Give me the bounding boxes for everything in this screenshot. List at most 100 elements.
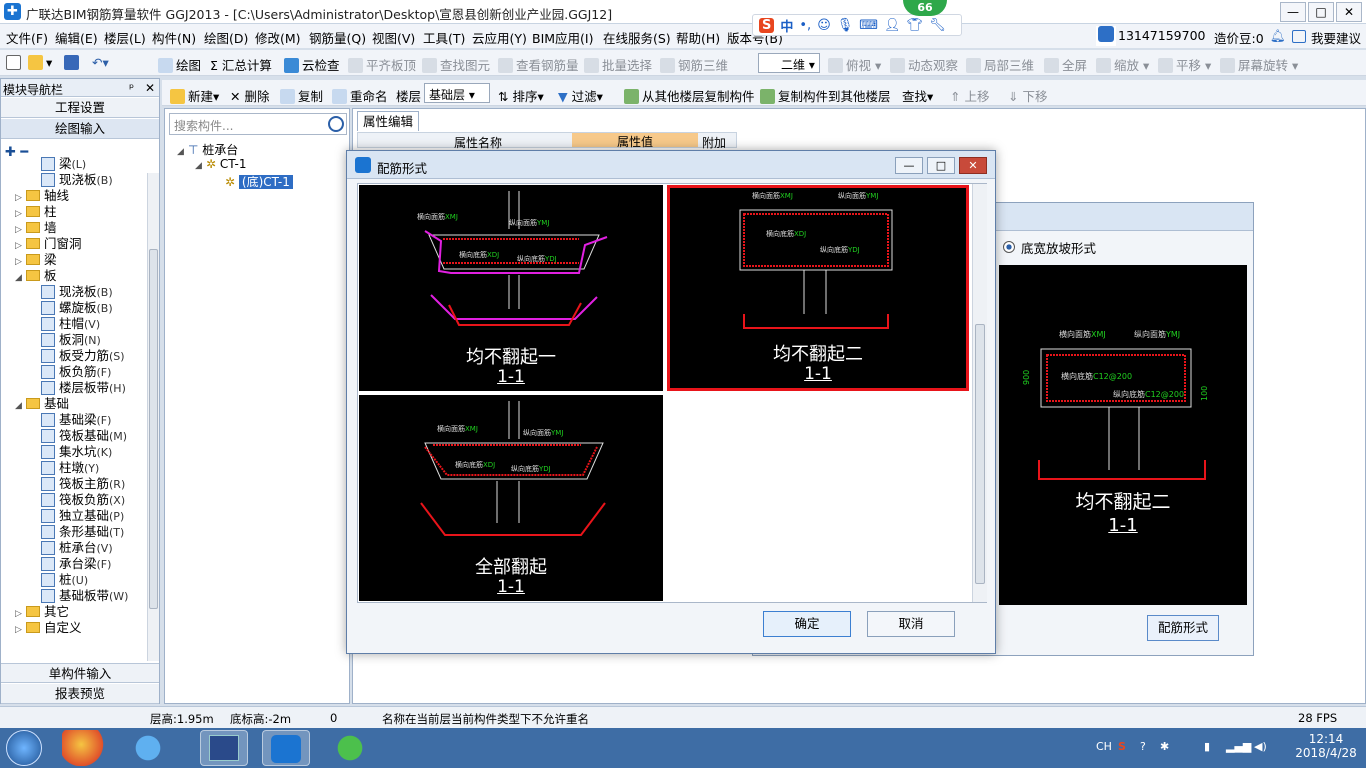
filter-button[interactable]: ▼ 过滤▾ [558, 86, 603, 105]
save-icon[interactable] [64, 55, 82, 70]
taskbar-app-2[interactable] [124, 730, 172, 766]
account-phone[interactable]: 13147159700 [1118, 28, 1205, 43]
option-no-bend-2[interactable]: 横向面筋XMJ 纵向面筋YMJ 横向底筋XDJ 纵向底筋YDJ 均不翻起二 1-… [667, 185, 969, 391]
taskbar-app-ggj[interactable] [262, 730, 310, 766]
option-no-bend-1[interactable]: 横向面筋XMJ 纵向面筋YMJ 横向底筋XDJ 纵向底筋YDJ 均不翻起一 1-… [359, 185, 663, 391]
top-view-button[interactable]: 俯视 ▾ [828, 55, 881, 74]
rebar-form-button[interactable]: 配筋形式 [1147, 615, 1219, 641]
report-preview-button[interactable]: 报表预览 [1, 684, 159, 704]
bell-icon[interactable]: 🔔︎ [1270, 28, 1286, 44]
expand-icon[interactable]: ◢ [15, 273, 23, 283]
taskbar-app-cad[interactable] [200, 730, 248, 766]
user-icon[interactable] [1098, 26, 1114, 42]
dialog-close-button[interactable]: ✕ [959, 157, 987, 174]
rotate-button[interactable]: 屏幕旋转 ▾ [1220, 55, 1298, 74]
expand-collapse-icon[interactable]: ✚ ━ [5, 145, 28, 160]
taskbar-app-1[interactable] [62, 730, 110, 766]
zoom-button[interactable]: 缩放 ▾ [1096, 55, 1149, 74]
menu-online[interactable]: 在线服务(S) [603, 28, 671, 47]
menu-file[interactable]: 文件(F) [6, 28, 48, 47]
chat-icon[interactable] [1292, 30, 1306, 43]
menu-component[interactable]: 构件(N) [152, 28, 196, 47]
find-element-button[interactable]: 查找图元 [422, 55, 490, 74]
help-tray-icon[interactable]: ? [1140, 740, 1146, 753]
tree-root[interactable]: ◢ ⊤ 桩承台 [177, 141, 238, 158]
start-button[interactable] [6, 730, 42, 766]
menu-edit[interactable]: 编辑(E) [55, 28, 98, 47]
device-tray-icon[interactable]: ▮ [1204, 740, 1210, 753]
dialog-minimize-button[interactable]: — [895, 157, 923, 174]
copy-from-floor-button[interactable]: 从其他楼层复制构件 [624, 86, 755, 105]
fullscreen-button[interactable]: 全屏 [1044, 55, 1087, 74]
expand-icon[interactable]: ◢ [15, 401, 23, 411]
restore-button[interactable]: □ [1308, 2, 1334, 22]
view-mode-select[interactable]: 二维 ▾ [758, 53, 820, 73]
shirt-icon[interactable]: 👕︎ [907, 18, 924, 33]
expand-icon[interactable]: ◢ [195, 161, 203, 171]
minimize-button[interactable]: — [1280, 2, 1306, 22]
network-tray-icon[interactable]: ▂▄▆ [1226, 740, 1251, 753]
taskbar-app-3[interactable] [326, 730, 374, 766]
sort-button[interactable]: ⇅ 排序▾ [498, 86, 544, 105]
local-3d-button[interactable]: 局部三维 [966, 55, 1034, 74]
punct-icon[interactable]: •, [799, 18, 811, 33]
undo-icon[interactable]: ↶▾ [92, 55, 109, 70]
search-icon[interactable] [328, 116, 344, 132]
ime-indicator[interactable]: CH [1096, 740, 1112, 753]
nav-scrollbar[interactable] [147, 173, 159, 661]
wrench-icon[interactable]: 🔧︎ [929, 18, 946, 33]
pin-icon[interactable]: ᵖ [129, 81, 134, 95]
menu-cloud[interactable]: 云应用(Y) [472, 28, 527, 47]
copy-to-floor-button[interactable]: 复制构件到其他楼层 [760, 86, 891, 105]
emoji-icon[interactable]: ☺ [817, 18, 831, 33]
suggest-link[interactable]: 我要建议 [1311, 28, 1361, 47]
tree-child[interactable]: ◢ ✲ CT-1 [195, 157, 246, 171]
ime-user-icon[interactable]: 👤︎ [884, 18, 901, 33]
option-all-bend[interactable]: 横向面筋XMJ 纵向面筋YMJ 横向底筋XDJ 纵向底筋YDJ 全部翻起 1-1 [359, 395, 663, 601]
move-up-button[interactable]: ⇑ 上移 [950, 86, 989, 105]
dialog-scroll-thumb[interactable] [975, 324, 985, 584]
nav-close-icon[interactable]: ✕ [145, 81, 155, 95]
dialog-restore-button[interactable]: □ [927, 157, 955, 174]
coins-label[interactable]: 造价豆:0 [1214, 28, 1264, 47]
rename-button[interactable]: 重命名 [332, 86, 388, 105]
keyboard-icon[interactable]: ⌨ [859, 18, 878, 33]
app-icon[interactable]: ✚ [4, 3, 21, 20]
menu-help[interactable]: 帮助(H) [676, 28, 720, 47]
menu-draw[interactable]: 绘图(D) [204, 28, 248, 47]
cloud-check-button[interactable]: 云检查 [284, 55, 340, 74]
view-rebar-button[interactable]: 查看钢筋量 [498, 55, 579, 74]
cancel-button[interactable]: 取消 [867, 611, 955, 637]
clock[interactable]: 12:14 2018/4/28 [1288, 732, 1364, 760]
nav-scroll-thumb[interactable] [149, 249, 158, 609]
menu-floor[interactable]: 楼层(L) [104, 28, 146, 47]
menu-tools[interactable]: 工具(T) [423, 28, 465, 47]
single-input-button[interactable]: 单构件输入 [1, 663, 159, 683]
floor-select[interactable]: 基础层 ▾ [424, 83, 490, 103]
expand-icon[interactable]: ◢ [177, 147, 185, 157]
tab-property-edit[interactable]: 属性编辑 [357, 111, 419, 131]
menu-modify[interactable]: 修改(M) [255, 28, 301, 47]
radio-icon[interactable] [1003, 241, 1015, 253]
menu-view[interactable]: 视图(V) [372, 28, 415, 47]
open-folder-icon[interactable]: ▾ [28, 55, 52, 70]
bluetooth-tray-icon[interactable]: ✱ [1160, 740, 1169, 753]
delete-button[interactable]: ✕ 删除 [230, 86, 269, 105]
copy-button[interactable]: 复制 [280, 86, 323, 105]
pan-button[interactable]: 平移 ▾ [1158, 55, 1211, 74]
sogou-icon[interactable]: S [759, 17, 775, 33]
volume-tray-icon[interactable]: ◀) [1254, 740, 1267, 753]
rebar-3d-button[interactable]: 钢筋三维 [660, 55, 728, 74]
menu-bim[interactable]: BIM应用(I) [532, 28, 594, 47]
ok-button[interactable]: 确定 [763, 611, 851, 637]
batch-select-button[interactable]: 批量选择 [584, 55, 652, 74]
find-button[interactable]: 查找▾ [902, 86, 933, 105]
tree-leaf-selected[interactable]: ✲ (底)CT-1 [225, 173, 293, 190]
ime-lang[interactable]: 中 [780, 16, 793, 35]
move-down-button[interactable]: ⇓ 下移 [1008, 86, 1047, 105]
new-component-button[interactable]: 新建▾ [170, 86, 219, 105]
mic-icon[interactable]: 🎙︎ [837, 18, 854, 33]
close-button[interactable]: ✕ [1336, 2, 1362, 22]
menu-rebar-qty[interactable]: 钢筋量(Q) [309, 28, 366, 47]
nav-tree-item[interactable]: ▷ 自定义 [15, 617, 82, 636]
